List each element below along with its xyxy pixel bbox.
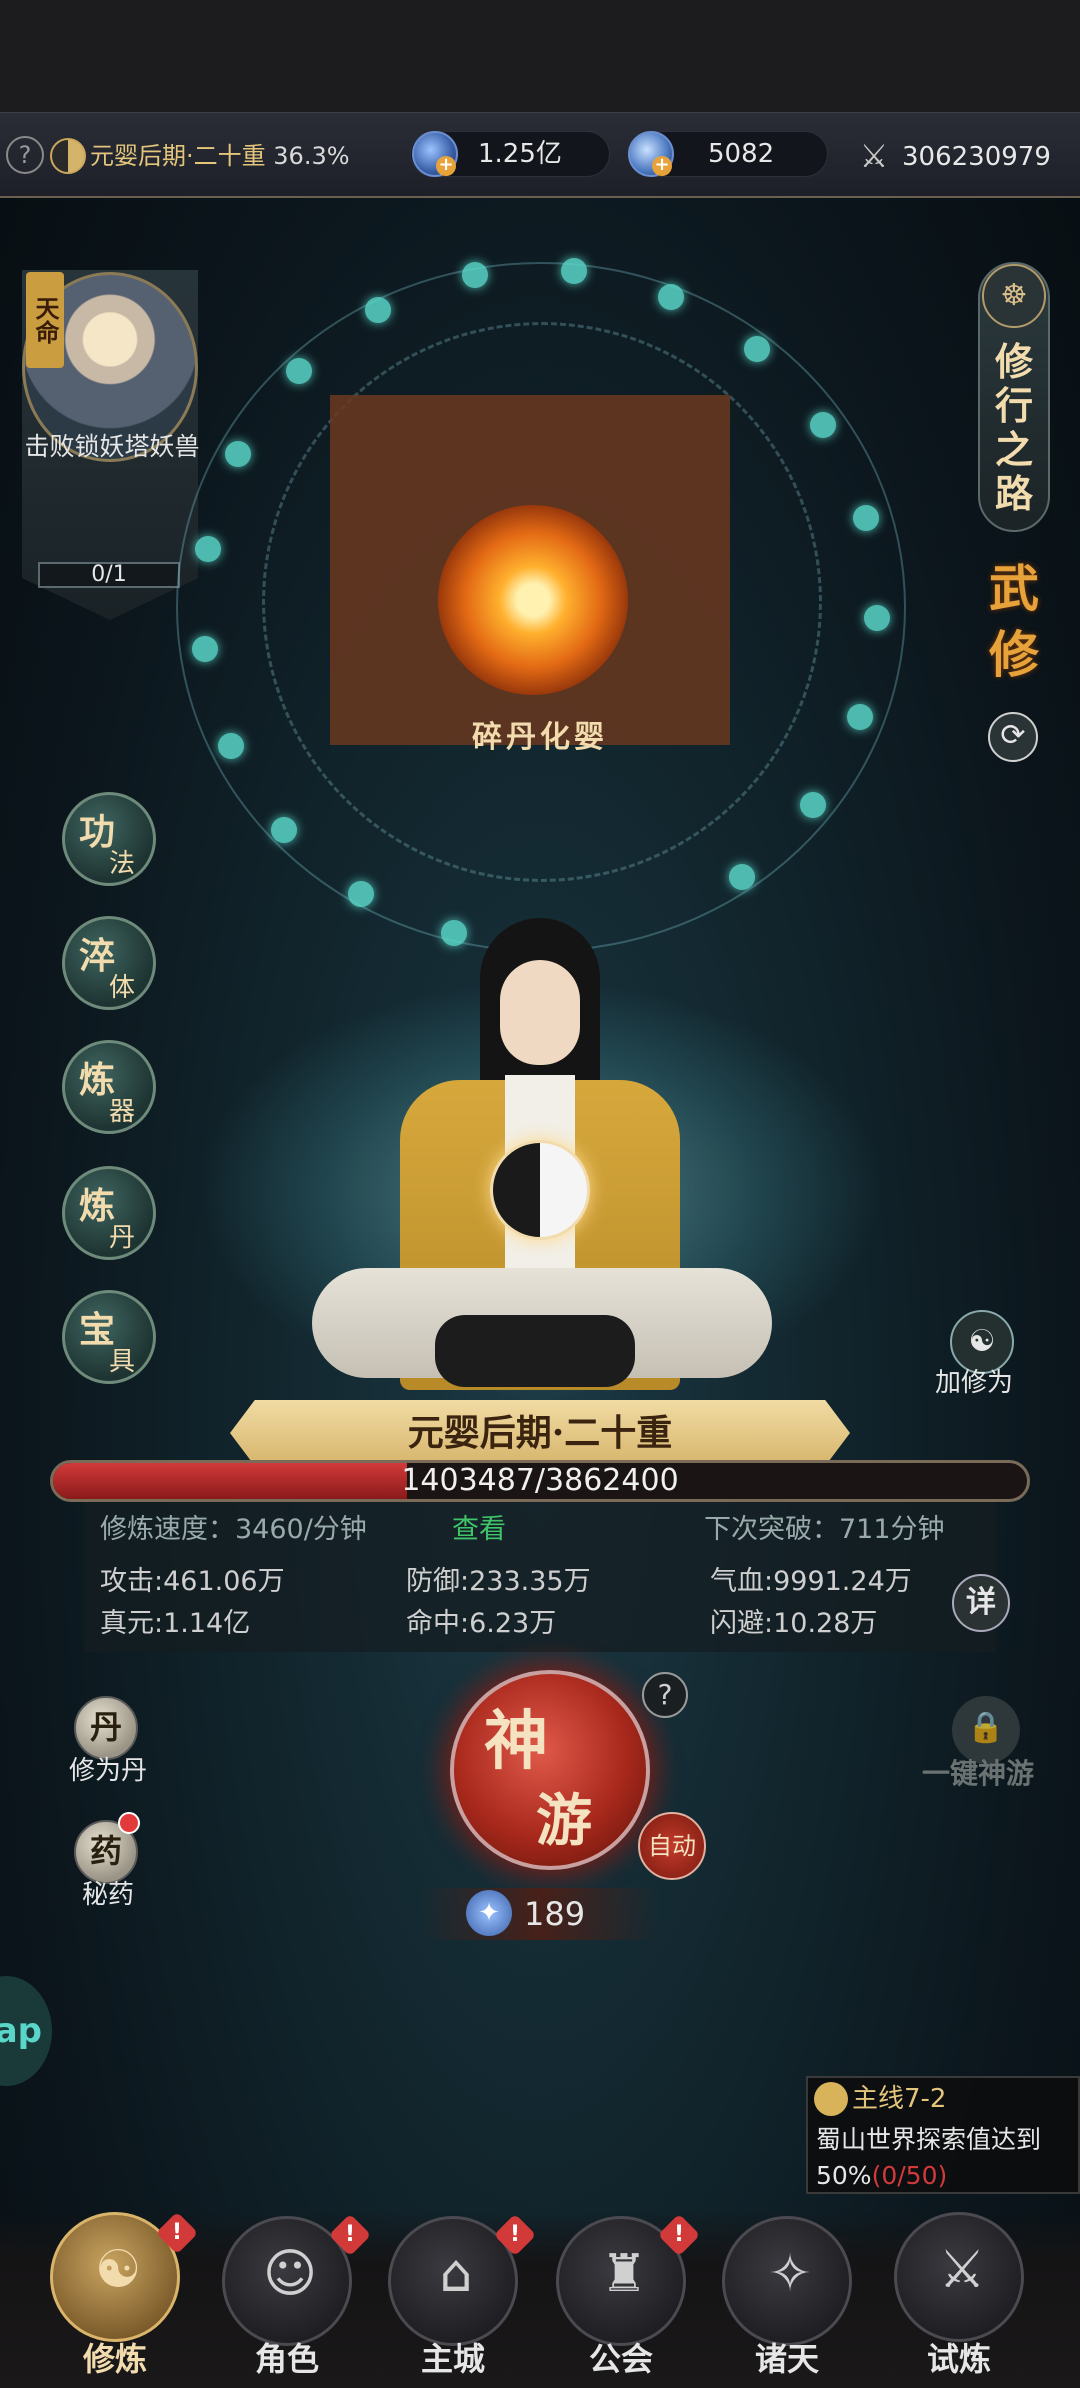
skill-gongfa-button[interactable]: 功 法 [62, 792, 156, 886]
main-quest-desc: 蜀山世界探索值达到 [816, 2125, 1042, 2154]
circle-node [218, 733, 244, 759]
nav-city-label: 主城 [420, 2340, 485, 2378]
circle-node [847, 704, 873, 730]
circle-node [810, 412, 836, 438]
status-bar [0, 0, 1080, 112]
circle-node [729, 864, 755, 890]
circle-node [286, 358, 312, 384]
main-quest-target-value: 50% [816, 2161, 872, 2190]
view-speed-link[interactable]: 查看 [452, 1510, 506, 1550]
main-quest-title: 主线7-2 [852, 2084, 947, 2114]
realm-percent: 36.3% [273, 142, 350, 170]
nav-character-label: 角色 [254, 2340, 319, 2378]
quest-progress: 0/1 [38, 562, 180, 588]
cultivation-mode: 武修 [989, 559, 1039, 684]
hit-stat: 命中:6.23万 [406, 1608, 557, 1639]
circle-node [271, 817, 297, 843]
experience-text: 1403487/3862400 [401, 1463, 679, 1498]
circle-node [658, 284, 684, 310]
realm-status[interactable]: 元婴后期·二十重 36.3% [90, 138, 350, 174]
defense-stat: 防御:233.35万 [406, 1566, 591, 1597]
spirit-flame-icon: ✦ [466, 1890, 512, 1936]
add-gem-icon[interactable]: + [652, 156, 672, 176]
floating-app-button[interactable]: ap [0, 1976, 52, 2086]
add-spirit-stone-icon[interactable]: + [436, 156, 456, 176]
circle-node [225, 441, 251, 467]
switch-mode-icon[interactable]: ⟳ [988, 712, 1038, 762]
nav-guild-label: 公会 [588, 2340, 653, 2378]
stats-detail-button[interactable]: 详 [952, 1574, 1010, 1632]
nav-heavens-label: 诸天 [754, 2340, 819, 2378]
circle-node [192, 636, 218, 662]
skill-liandan-button[interactable]: 炼 丹 [62, 1166, 156, 1260]
cultivation-path-title: 修行之路 [994, 339, 1033, 516]
yinyang-icon [50, 138, 86, 174]
true-essence-stat: 真元:1.14亿 [100, 1608, 251, 1639]
circle-node [864, 605, 890, 631]
secret-medicine-label[interactable]: 秘药 [48, 1874, 168, 1911]
taiji-icon [490, 1140, 590, 1240]
hp-stat: 气血:9991.24万 [710, 1566, 912, 1597]
nav-cultivate-label: 修炼 [82, 2340, 147, 2378]
alert-mark: ! [509, 2221, 521, 2247]
shenyou-help-icon[interactable]: ? [642, 1672, 688, 1718]
trial-swords-icon: ⚔ [938, 2240, 986, 2300]
next-breakthrough: 下次突破：711分钟 [704, 1514, 945, 1545]
character-face [500, 960, 580, 1065]
skill-cuiti-button[interactable]: 淬 体 [62, 916, 156, 1010]
one-click-shenyou-label[interactable]: 一键神游 [922, 1752, 1034, 1792]
nav-heavens-button[interactable]: ✧ [722, 2216, 852, 2346]
skill-lianqi-button[interactable]: 炼 器 [62, 1040, 156, 1134]
quest-task: 击败锁妖塔妖兽 [24, 432, 200, 461]
crossed-swords-icon: ⚔ [859, 137, 889, 175]
heavens-icon: ✧ [768, 2244, 812, 2304]
cultivation-pill-label[interactable]: 修为丹 [48, 1750, 168, 1787]
gem-value: 5082 [708, 139, 775, 169]
dodge-stat: 闪避:10.28万 [710, 1608, 878, 1639]
golden-core-orb[interactable] [438, 505, 628, 695]
shenyou-char-1: 神 [484, 1704, 548, 1779]
meditation-icon: ☸ [982, 264, 1046, 328]
skill-char-small: 器 [109, 1097, 136, 1127]
main-quest-progress: (0/50) [871, 2161, 948, 2190]
shenyou-char-2: 游 [536, 1788, 592, 1854]
circle-node [348, 881, 374, 907]
alert-mark: ! [171, 2219, 183, 2245]
shenyou-count: 189 [524, 1895, 586, 1933]
alert-mark: ! [344, 2221, 356, 2247]
character-boots [435, 1315, 635, 1387]
spirit-stone-value: 1.25亿 [478, 139, 562, 169]
circle-node [195, 536, 221, 562]
circle-node [744, 336, 770, 362]
quest-bag-icon [814, 2082, 848, 2116]
combat-power-value: 306230979 [902, 142, 1051, 172]
skill-char-small: 具 [109, 1347, 136, 1377]
realm-name: 元婴后期·二十重 [90, 142, 266, 170]
circle-node [441, 920, 467, 946]
core-breakthrough-label[interactable]: 碎丹化婴 [440, 712, 640, 756]
nav-trial-button[interactable]: ⚔ [894, 2212, 1024, 2342]
circle-node [365, 297, 391, 323]
skill-char-small: 丹 [109, 1223, 136, 1253]
notification-dot [118, 1812, 140, 1834]
nav-trial-label: 试炼 [926, 2340, 991, 2378]
alert-mark: ! [673, 2221, 685, 2247]
main-quest-target: 50%(0/50) [816, 2160, 947, 2192]
skill-char-small: 体 [109, 973, 136, 1003]
help-icon[interactable]: ? [6, 136, 44, 174]
circle-node [462, 262, 488, 288]
speed-stat: 修炼速度：3460/分钟 [100, 1510, 367, 1550]
add-cultivation-label[interactable]: 加修为 [935, 1362, 1013, 1399]
circle-node [561, 258, 587, 284]
speed-label: 修炼速度： [100, 1514, 235, 1545]
speed-value: 3460/分钟 [235, 1514, 367, 1545]
destiny-badge: 天命 [26, 272, 64, 368]
circle-node [800, 792, 826, 818]
auto-shenyou-button[interactable]: 自动 [638, 1812, 706, 1880]
attack-stat: 攻击:461.06万 [100, 1566, 285, 1597]
realm-banner-text: 元婴后期·二十重 [407, 1412, 673, 1454]
skill-char-small: 法 [109, 849, 136, 879]
circle-node [853, 505, 879, 531]
skill-baoju-button[interactable]: 宝 具 [62, 1290, 156, 1384]
